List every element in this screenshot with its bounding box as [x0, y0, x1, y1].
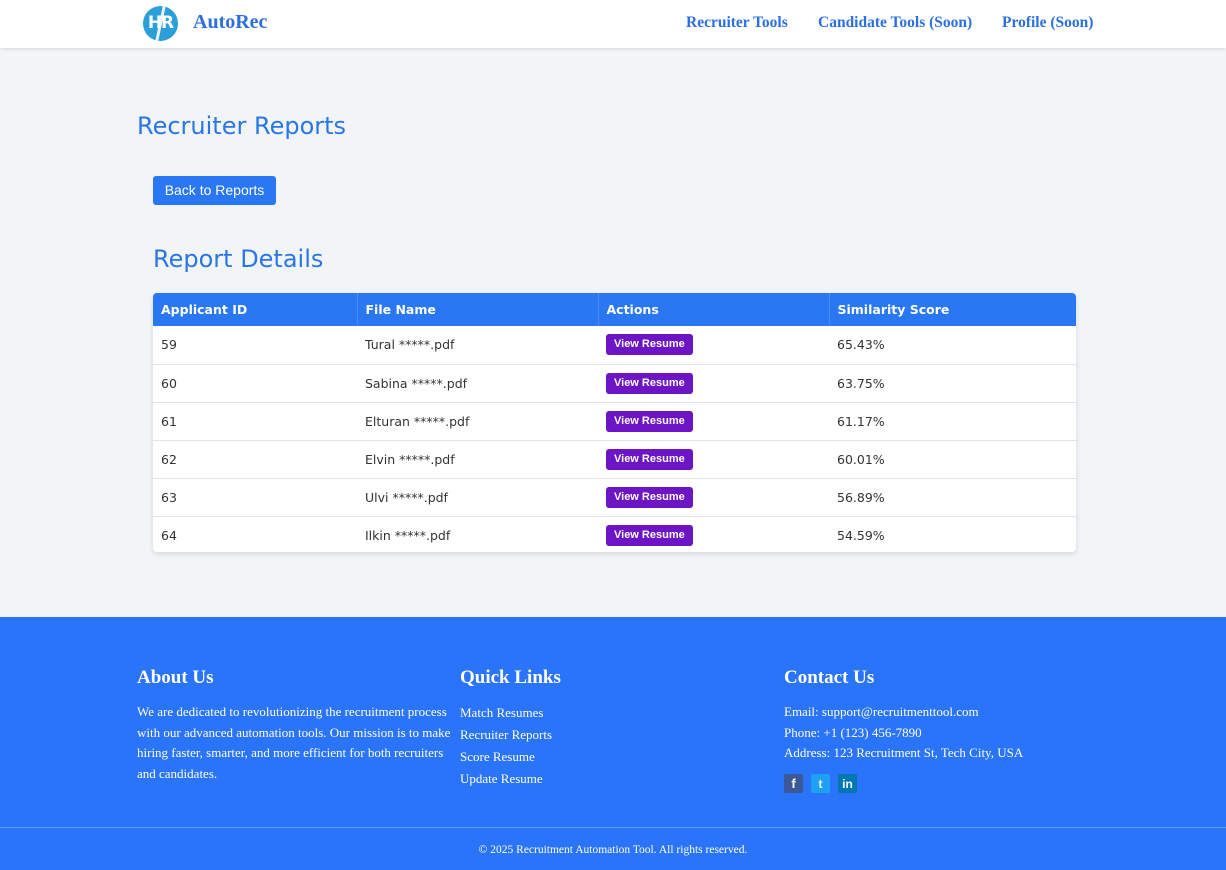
view-resume-button[interactable]: View Resume: [606, 448, 693, 470]
actions-cell: View Resume: [598, 402, 829, 441]
table-row: 62 Elvin *****.pdf View Resume 60.01%: [153, 440, 1076, 479]
actions-cell: View Resume: [598, 478, 829, 517]
twitter-icon[interactable]: t: [811, 774, 830, 793]
contact-email: Email: support@recruitmenttool.com: [784, 704, 979, 719]
table-row: 64 Ilkin *****.pdf View Resume 54.59%: [153, 516, 1076, 552]
footer-contact-title: Contact Us: [784, 667, 875, 688]
similarity-score-cell: 63.75%: [829, 364, 1076, 403]
file-name-cell: Elturan *****.pdf: [357, 402, 598, 441]
nav-recruiter-tools[interactable]: Recruiter Tools: [686, 14, 788, 32]
file-name-cell: Elvin *****.pdf: [357, 440, 598, 479]
footer-link-match-resumes[interactable]: Match Resumes: [460, 702, 561, 724]
footer-divider: [0, 827, 1226, 828]
column-header-file-name[interactable]: File Name: [357, 293, 599, 326]
view-resume-button[interactable]: View Resume: [606, 486, 693, 508]
table-body: 59 Tural *****.pdf View Resume 65.43% 60 Sabi…: [153, 326, 1076, 552]
report-table: Applicant ID File Name Actions Similarit…: [153, 293, 1076, 552]
similarity-score-cell: 54.59%: [837, 527, 885, 543]
footer-links-title: Quick Links: [460, 667, 561, 688]
applicant-id-cell: 60: [153, 364, 357, 403]
actions-cell: View Resume: [598, 364, 829, 403]
view-resume-button[interactable]: View Resume: [606, 524, 693, 546]
applicant-id-cell: 62: [153, 440, 357, 479]
brand-name[interactable]: AutoRec: [193, 11, 267, 34]
autorec-logo-icon[interactable]: HR: [143, 6, 178, 41]
similarity-score-cell: 61.17%: [829, 402, 1076, 441]
facebook-icon[interactable]: f: [784, 774, 803, 793]
table-row: 59 Tural *****.pdf View Resume 65.43%: [153, 326, 1076, 365]
back-to-reports-button[interactable]: Back to Reports: [153, 176, 276, 205]
footer-about-title: About Us: [137, 667, 214, 688]
column-header-similarity-score[interactable]: Similarity Score: [829, 293, 1076, 326]
footer-about: About Us We are dedicated to revolutioni…: [137, 667, 457, 784]
view-resume-button[interactable]: View Resume: [606, 410, 693, 432]
actions-cell: View Resume: [598, 516, 829, 552]
linkedin-icon[interactable]: in: [838, 774, 857, 793]
footer-link-update-resume[interactable]: Update Resume: [460, 768, 561, 790]
file-name-cell: Ilkin *****.pdf: [365, 527, 451, 543]
table-row: 60 Sabina *****.pdf View Resume 63.75%: [153, 364, 1076, 403]
report-table-card: Applicant ID File Name Actions Similarit…: [153, 293, 1076, 552]
nav-candidate-tools[interactable]: Candidate Tools (Soon): [818, 14, 972, 32]
top-navbar: HR AutoRec Recruiter Tools Candidate Too…: [0, 0, 1226, 48]
footer-quick-links: Quick Links Match Resumes Recruiter Repo…: [460, 667, 561, 790]
file-name-cell: Ulvi *****.pdf: [357, 478, 598, 517]
applicant-id-cell: 63: [153, 478, 357, 517]
table-row: 63 Ulvi *****.pdf View Resume 56.89%: [153, 478, 1076, 517]
contact-phone: Phone: +1 (123) 456-7890: [784, 724, 922, 740]
section-title: Report Details: [153, 245, 324, 273]
footer-link-recruiter-reports[interactable]: Recruiter Reports: [460, 724, 561, 746]
copyright: © 2025 Recruitment Automation Tool. All …: [478, 844, 748, 856]
table-row: 61 Elturan *****.pdf View Resume 61.17%: [153, 402, 1076, 441]
actions-cell: View Resume: [598, 440, 829, 479]
similarity-score-cell: 65.43%: [829, 326, 1076, 365]
applicant-id-cell: 59: [153, 326, 357, 365]
view-resume-button[interactable]: View Resume: [606, 334, 693, 356]
nav-profile[interactable]: Profile (Soon): [1002, 14, 1093, 32]
table-header-row: Applicant ID File Name Actions Similarit…: [153, 293, 1076, 326]
footer-about-text: We are dedicated to revolutionizing the …: [137, 704, 451, 781]
column-header-actions: Actions: [598, 293, 830, 326]
file-name-cell: Tural *****.pdf: [357, 326, 598, 365]
contact-address: Address: 123 Recruitment St, Tech City, …: [784, 745, 1024, 760]
footer: About Us We are dedicated to revolutioni…: [0, 617, 1226, 870]
view-resume-button[interactable]: View Resume: [606, 372, 693, 394]
similarity-score-cell: 60.01%: [829, 440, 1076, 479]
page-title: Recruiter Reports: [137, 112, 347, 140]
applicant-id-cell: 64: [161, 527, 177, 543]
column-header-applicant-id[interactable]: Applicant ID: [153, 293, 358, 326]
similarity-score-cell: 56.89%: [829, 478, 1076, 517]
footer-contact: Contact Us Email: support@recruitmenttoo…: [784, 667, 1023, 764]
actions-cell: View Resume: [598, 326, 829, 365]
applicant-id-cell: 61: [153, 402, 357, 441]
footer-link-score-resume[interactable]: Score Resume: [460, 746, 561, 768]
file-name-cell: Sabina *****.pdf: [357, 364, 598, 403]
